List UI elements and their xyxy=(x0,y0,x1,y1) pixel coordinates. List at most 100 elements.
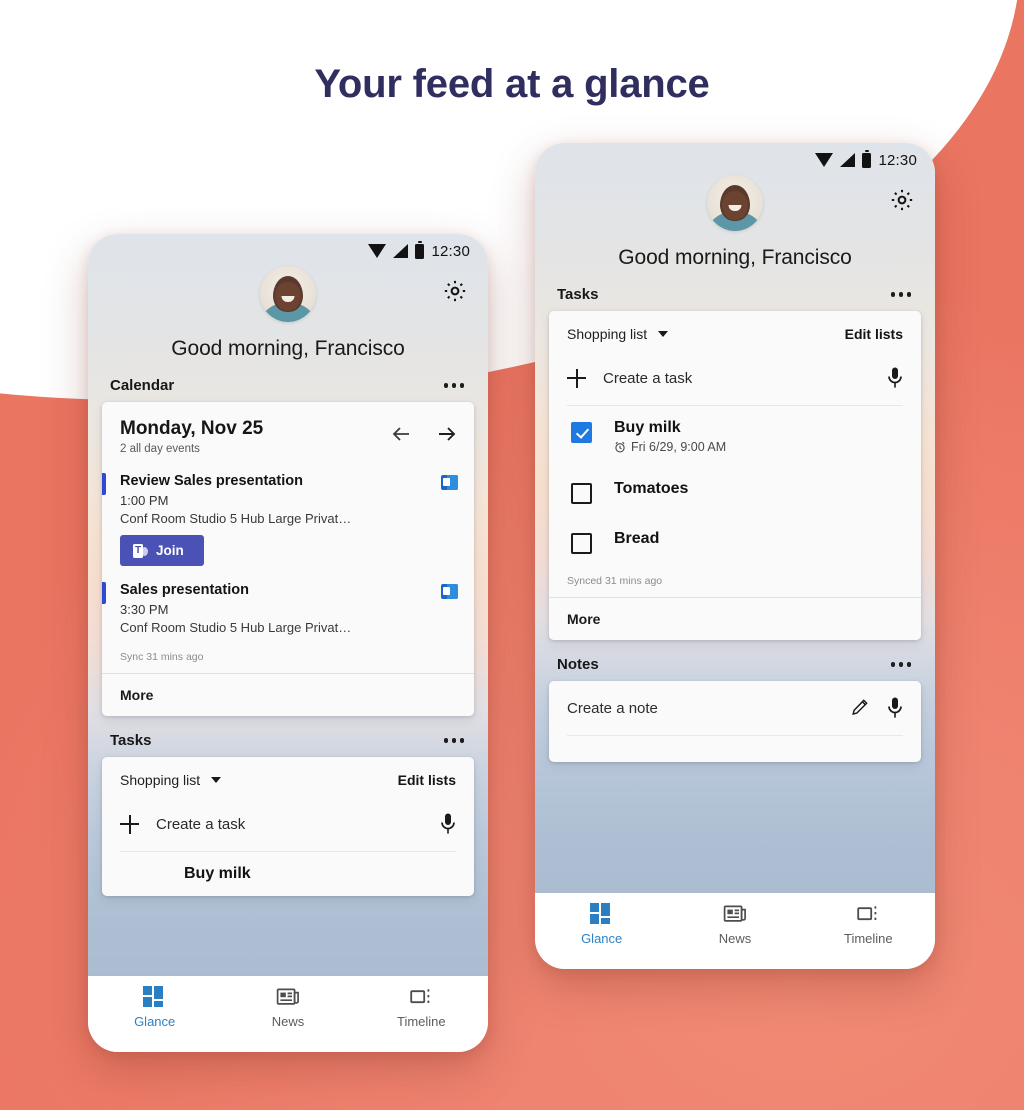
edit-lists-button[interactable]: Edit lists xyxy=(398,772,456,788)
join-meeting-button[interactable]: Join xyxy=(120,535,204,566)
create-task-label: Create a task xyxy=(156,815,246,833)
microphone-icon[interactable] xyxy=(440,813,456,835)
task-list-name: Shopping list xyxy=(567,326,648,342)
status-bar: 12:30 xyxy=(815,143,935,177)
task-list-dropdown[interactable]: Shopping list xyxy=(120,772,222,788)
nav-item-news[interactable]: News xyxy=(221,986,354,1029)
more-options-icon[interactable] xyxy=(889,656,914,673)
battery-icon xyxy=(862,150,872,168)
cellular-signal-icon xyxy=(393,244,409,258)
create-task-row[interactable]: Create a task xyxy=(549,354,921,405)
phone-mockup-left: 12:30 Good morning, Francisco Calendar M… xyxy=(88,234,488,1052)
teams-icon xyxy=(133,543,148,558)
edit-lists-button[interactable]: Edit lists xyxy=(845,326,903,342)
task-row[interactable]: Bread xyxy=(549,517,921,567)
event-title: Review Sales presentation xyxy=(120,473,303,489)
tasks-card-toolbar: Shopping list Edit lists xyxy=(549,311,921,354)
nav-label-timeline: Timeline xyxy=(396,1014,446,1029)
news-paper-icon xyxy=(723,903,747,925)
phone-mockup-right: 12:30 Good morning, Francisco Tasks Shop… xyxy=(535,143,935,969)
task-list-dropdown[interactable]: Shopping list xyxy=(567,326,669,342)
create-task-label: Create a task xyxy=(603,369,693,387)
bottom-navigation: Glance News Timeline xyxy=(535,893,935,969)
task-row[interactable]: Buy milk xyxy=(102,852,474,896)
arrow-left-icon[interactable] xyxy=(390,423,412,445)
nav-label-news: News xyxy=(718,931,752,946)
note-placeholder-area xyxy=(549,736,921,762)
notes-section-title: Notes xyxy=(557,656,599,673)
tasks-more-button[interactable]: More xyxy=(549,598,921,640)
calendar-allday-count: 2 all day events xyxy=(120,443,200,455)
gear-icon[interactable] xyxy=(889,187,915,213)
task-title: Bread xyxy=(614,530,660,547)
task-title: Tomatoes xyxy=(614,480,689,497)
nav-item-glance[interactable]: Glance xyxy=(535,903,668,946)
calendar-more-button[interactable]: More xyxy=(102,674,474,716)
gear-icon[interactable] xyxy=(442,278,468,304)
wifi-icon xyxy=(815,153,834,167)
arrow-right-icon[interactable] xyxy=(436,423,458,445)
nav-label-timeline: Timeline xyxy=(843,931,893,946)
event-time: 3:30 PM xyxy=(120,602,169,617)
pencil-icon[interactable] xyxy=(851,698,869,718)
alarm-clock-icon xyxy=(614,441,626,453)
create-note-label: Create a note xyxy=(567,699,658,717)
app-screen-right: 12:30 Good morning, Francisco Tasks Shop… xyxy=(535,143,935,969)
outlook-icon xyxy=(441,584,458,599)
status-bar-time: 12:30 xyxy=(878,151,917,169)
task-content: Tomatoes xyxy=(614,480,903,498)
nav-item-news[interactable]: News xyxy=(668,903,801,946)
task-checkbox[interactable] xyxy=(571,483,592,504)
calendar-event[interactable]: Sales presentation 3:30 PM Conf Room Stu… xyxy=(102,574,474,643)
task-content: Buy milk Fri 6/29, 9:00 AM xyxy=(614,419,903,454)
more-options-icon[interactable] xyxy=(442,732,467,749)
greeting-text: Good morning, Francisco xyxy=(618,246,852,269)
create-task-row[interactable]: Create a task xyxy=(102,800,474,851)
task-title: Buy milk xyxy=(614,419,681,436)
tasks-section-title: Tasks xyxy=(557,286,599,303)
nav-label-news: News xyxy=(271,1014,305,1029)
tasks-section-title: Tasks xyxy=(110,732,152,749)
timeline-icon xyxy=(409,986,433,1008)
tasks-sync-note: Synced 31 mins ago xyxy=(567,575,663,587)
task-row[interactable]: Tomatoes xyxy=(549,467,921,517)
task-checkbox[interactable] xyxy=(571,422,592,443)
event-location: Conf Room Studio 5 Hub Large Privat… xyxy=(120,620,352,635)
app-screen-left: 12:30 Good morning, Francisco Calendar M… xyxy=(88,234,488,1052)
avatar[interactable] xyxy=(260,266,316,322)
tasks-card: Shopping list Edit lists Create a task B… xyxy=(549,311,921,640)
calendar-card-header: Monday, Nov 25 2 all day events xyxy=(102,402,474,465)
plus-icon xyxy=(567,368,586,388)
avatar[interactable] xyxy=(707,175,763,231)
news-paper-icon xyxy=(276,986,300,1008)
greeting-text: Good morning, Francisco xyxy=(171,337,405,360)
calendar-date: Monday, Nov 25 xyxy=(120,418,264,439)
nav-item-timeline[interactable]: Timeline xyxy=(802,903,935,946)
create-note-row[interactable]: Create a note xyxy=(549,681,921,735)
page-title: Your feed at a glance xyxy=(314,62,710,106)
microphone-icon[interactable] xyxy=(887,697,903,719)
nav-item-timeline[interactable]: Timeline xyxy=(355,986,488,1029)
task-row[interactable]: Buy milk Fri 6/29, 9:00 AM xyxy=(549,406,921,467)
chevron-down-icon xyxy=(658,331,669,337)
tasks-section-header: Tasks xyxy=(88,716,488,757)
event-time: 1:00 PM xyxy=(120,493,169,508)
status-bar: 12:30 xyxy=(368,234,488,268)
event-accent-bar xyxy=(102,582,106,604)
more-options-icon[interactable] xyxy=(889,286,914,303)
task-checkbox[interactable] xyxy=(571,533,592,554)
notes-card: Create a note xyxy=(549,681,921,762)
event-location: Conf Room Studio 5 Hub Large Privat… xyxy=(120,511,352,526)
microphone-icon[interactable] xyxy=(887,367,903,389)
bottom-navigation: Glance News Timeline xyxy=(88,976,488,1052)
calendar-section-header: Calendar xyxy=(88,361,488,402)
more-options-icon[interactable] xyxy=(442,377,467,394)
task-title: Buy milk xyxy=(184,865,251,882)
event-accent-bar xyxy=(102,473,106,495)
event-title-row: Review Sales presentation xyxy=(120,473,458,490)
status-bar-time: 12:30 xyxy=(431,242,470,260)
nav-item-glance[interactable]: Glance xyxy=(88,986,221,1029)
tasks-card-toolbar: Shopping list Edit lists xyxy=(102,757,474,800)
calendar-event[interactable]: Review Sales presentation 1:00 PM Conf R… xyxy=(102,465,474,574)
task-due-text: Fri 6/29, 9:00 AM xyxy=(631,440,727,454)
